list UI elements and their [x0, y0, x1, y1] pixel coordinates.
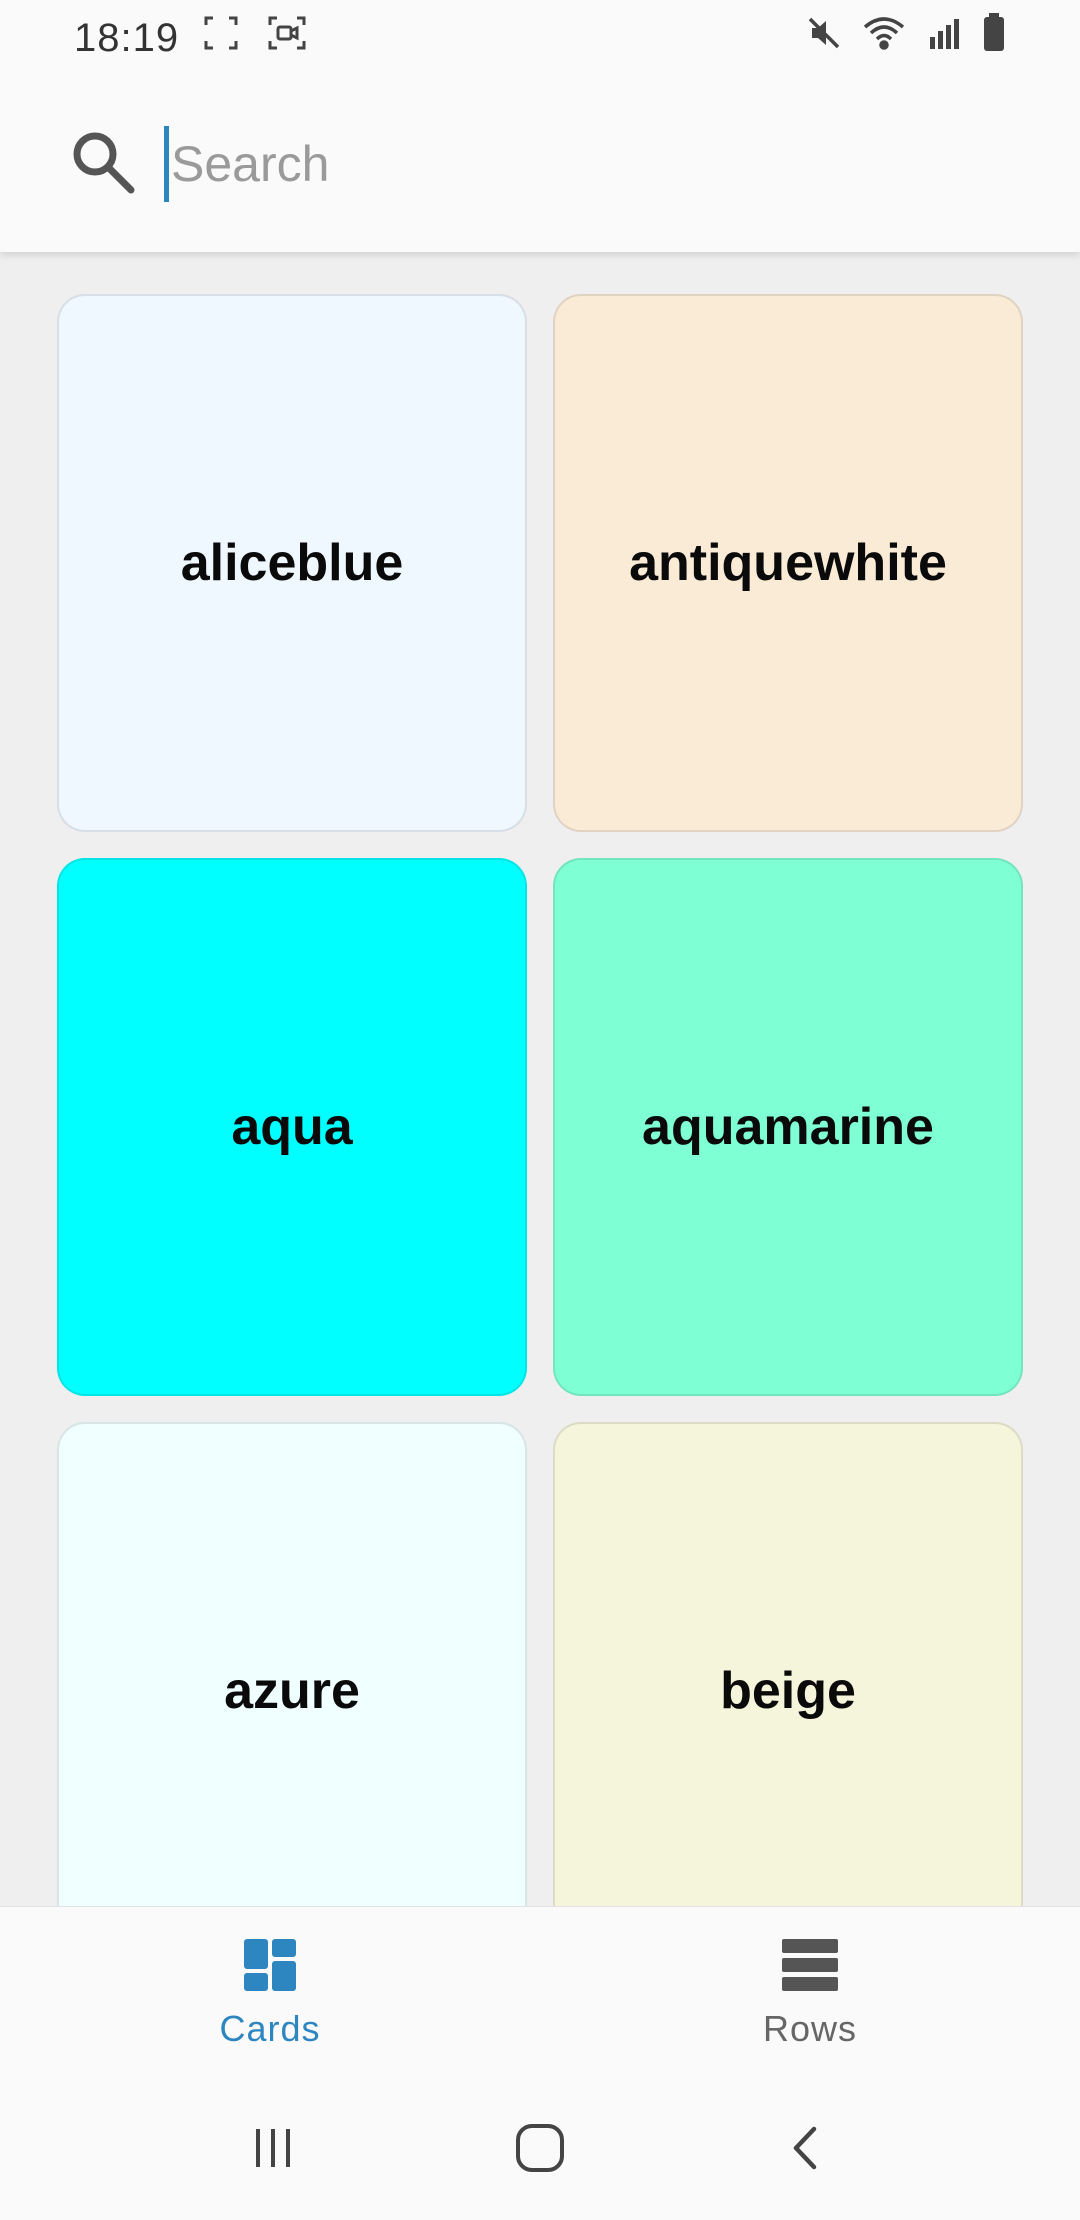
color-card-label: aquamarine — [642, 1098, 934, 1156]
color-card[interactable]: aquamarine — [553, 858, 1023, 1396]
search-bar — [0, 76, 1080, 252]
color-card-label: beige — [720, 1662, 856, 1720]
status-time: 18:19 — [74, 15, 180, 60]
color-card[interactable]: aqua — [57, 858, 527, 1396]
color-card-grid: aliceblue antiquewhite aqua aquamarine a… — [57, 294, 1023, 1906]
dashboard-grid-icon — [242, 1937, 298, 1998]
color-card-label: azure — [224, 1662, 360, 1720]
battery-icon — [982, 13, 1006, 63]
back-icon[interactable] — [782, 2123, 832, 2178]
color-card[interactable]: azure — [57, 1422, 527, 1906]
home-icon[interactable] — [513, 2121, 567, 2180]
wifi-icon — [862, 15, 906, 61]
color-card-label: aliceblue — [180, 534, 404, 592]
system-nav-bar — [0, 2080, 1080, 2220]
screenshot-frame-icon — [203, 15, 239, 61]
color-card[interactable]: aliceblue — [57, 294, 527, 832]
color-card[interactable]: beige — [553, 1422, 1023, 1906]
tab-rows[interactable]: Rows — [540, 1907, 1080, 2080]
tab-cards-label: Cards — [219, 2008, 321, 2049]
bottom-nav: Cards Rows — [0, 1906, 1080, 2080]
signal-icon — [926, 15, 962, 61]
color-card-label: aqua — [231, 1098, 353, 1156]
tab-rows-label: Rows — [762, 2008, 858, 2049]
rows-list-icon — [780, 1937, 840, 1998]
search-input[interactable] — [164, 126, 964, 202]
recent-apps-icon[interactable] — [248, 2123, 298, 2178]
status-bar: 18:19 — [0, 0, 1080, 76]
mute-icon — [806, 15, 842, 61]
color-card[interactable]: antiquewhite — [553, 294, 1023, 832]
color-card-label: antiquewhite — [629, 534, 947, 592]
tab-cards[interactable]: Cards — [0, 1907, 540, 2080]
search-icon[interactable] — [68, 127, 138, 202]
screen-record-icon — [267, 15, 307, 61]
